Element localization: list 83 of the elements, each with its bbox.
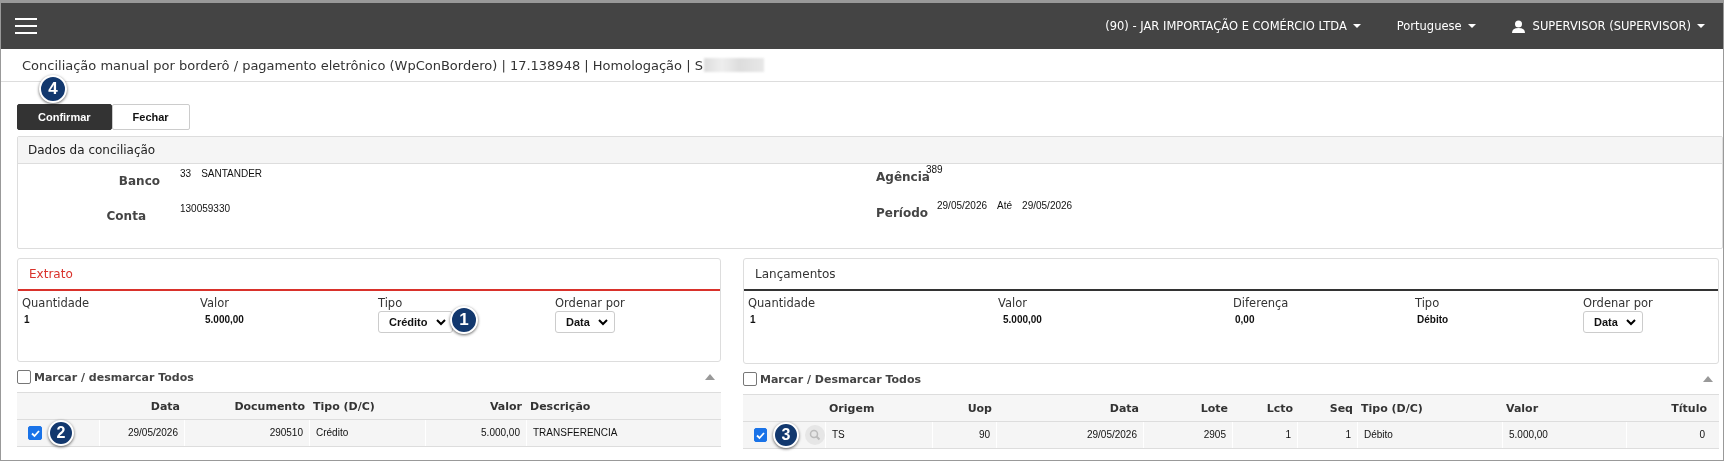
- column-header: Lcto: [1266, 401, 1293, 415]
- table-cell: 2905: [1203, 429, 1226, 440]
- field-label: Período: [876, 205, 930, 220]
- summary-label: Quantidade: [22, 296, 91, 310]
- column-header: Documento: [234, 399, 305, 413]
- field-value: 33: [180, 168, 192, 179]
- confirm-button[interactable]: Confirmar: [17, 104, 112, 130]
- column-header: Origem: [829, 401, 875, 415]
- column-header: Seq: [1329, 401, 1353, 415]
- scroll-up-icon[interactable]: [1703, 376, 1713, 382]
- summary-value: 1: [749, 314, 757, 325]
- column-header: Lote: [1200, 401, 1228, 415]
- column-header: Data: [150, 399, 180, 413]
- page-title: Conciliação manual por borderô / pagamento eletrônico (WpConBordero) | 17.138948 | Homologação | S: [22, 57, 703, 73]
- callout-badge: 1: [450, 306, 478, 334]
- table-cell: TRANSFERENCIA: [533, 427, 618, 438]
- summary-label: Tipo: [1415, 296, 1441, 310]
- summary-label: Diferença: [1233, 296, 1290, 310]
- checkbox-label: Marcar / desmarcar Todos: [34, 370, 194, 384]
- summary-label: Quantidade: [748, 296, 817, 310]
- select-field[interactable]: Data: [555, 311, 615, 333]
- table-cell: 29/05/2026: [1086, 429, 1137, 440]
- table-cell: 5.000,00: [1509, 429, 1548, 440]
- field-value: 29/05/2026: [1022, 200, 1073, 211]
- callout-badge: 4: [39, 75, 67, 103]
- panel-title: Lançamentos: [755, 267, 836, 281]
- callout-badge: 3: [773, 422, 799, 448]
- column-header: Descrição: [530, 399, 591, 413]
- close-button[interactable]: Fechar: [111, 104, 190, 130]
- scroll-up-icon[interactable]: [705, 374, 715, 380]
- table-cell: 1: [1345, 429, 1351, 440]
- summary-label: Valor: [998, 296, 1028, 310]
- column-header: Tipo (D/C): [1361, 401, 1423, 415]
- callout-badge: 2: [48, 420, 74, 446]
- summary-label: Tipo: [378, 296, 404, 310]
- field-value: 130059330: [180, 203, 231, 214]
- user-icon: [1511, 19, 1525, 33]
- field-value: 29/05/2026: [937, 200, 988, 211]
- field-value: SANTANDER: [201, 168, 263, 179]
- menu-icon[interactable]: [15, 18, 37, 34]
- chevron-icon: [1625, 318, 1636, 326]
- summary-value: 5.000,00: [1002, 314, 1043, 325]
- checkbox[interactable]: [28, 426, 42, 440]
- panel-title: Dados da conciliação: [18, 137, 1722, 164]
- column-header: Data: [1109, 401, 1139, 415]
- field-label: Conta: [105, 208, 147, 223]
- summary-label: Ordenar por: [555, 296, 626, 310]
- blurred-text: [703, 58, 764, 72]
- summary-label: Ordenar por: [1583, 296, 1654, 310]
- table-cell: 90: [978, 429, 990, 440]
- field-value: Até: [997, 200, 1013, 211]
- checkbox[interactable]: [754, 428, 767, 442]
- summary-value: 5.000,00: [204, 314, 245, 325]
- column-header: Valor: [489, 399, 522, 413]
- chevron-icon: [435, 318, 446, 326]
- table-cell: TS: [832, 429, 845, 440]
- user-dropdown[interactable]: SUPERVISOR (SUPERVISOR): [1511, 19, 1705, 33]
- checkbox[interactable]: [743, 372, 757, 386]
- table-cell: 5.000,00: [481, 427, 520, 438]
- column-header: Tipo (D/C): [313, 399, 375, 413]
- field-label: Banco: [117, 173, 161, 188]
- select-field[interactable]: Crédito: [378, 311, 453, 333]
- panel-title: Extrato: [29, 267, 73, 281]
- table-cell: 1: [1285, 429, 1291, 440]
- language-dropdown[interactable]: Portuguese: [1396, 19, 1476, 33]
- summary-value: 0,00: [1234, 314, 1256, 325]
- column-header: Uop: [967, 401, 992, 415]
- table-cell: Débito: [1364, 429, 1393, 440]
- table-cell: 0: [1699, 429, 1705, 440]
- checkbox[interactable]: [17, 370, 31, 384]
- field-value: 389: [926, 164, 943, 175]
- summary-value: 1: [23, 314, 31, 325]
- company-dropdown[interactable]: (90) - JAR IMPORTAÇÃO E COMÉRCIO LTDA: [1105, 19, 1361, 33]
- column-header: Título: [1671, 401, 1707, 415]
- select-field[interactable]: Data: [1583, 311, 1643, 333]
- summary-value: Débito: [1416, 314, 1450, 325]
- table-cell: Crédito: [316, 427, 349, 438]
- column-header: Valor: [1506, 401, 1539, 415]
- table-cell: 290510: [269, 427, 303, 438]
- chevron-icon: [597, 318, 608, 326]
- summary-label: Valor: [200, 296, 230, 310]
- checkbox-label: Marcar / Desmarcar Todos: [760, 372, 922, 386]
- table-cell: 29/05/2026: [127, 427, 178, 438]
